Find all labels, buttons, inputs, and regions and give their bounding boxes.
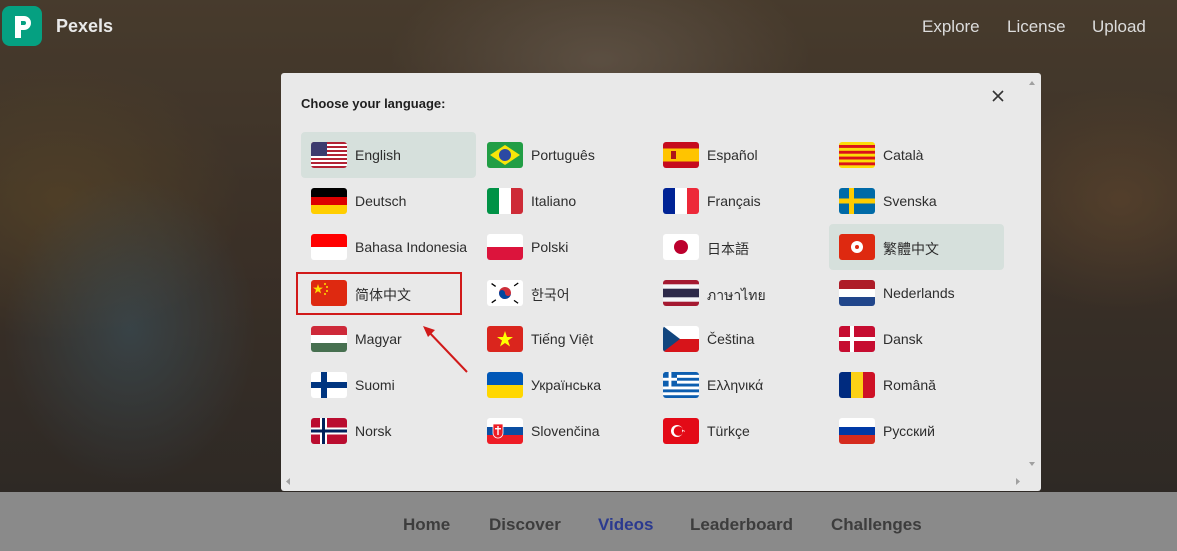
language-option[interactable]: Português <box>477 132 652 178</box>
language-option[interactable]: Română <box>829 362 1004 408</box>
language-label: 한국어 <box>531 287 570 303</box>
language-label: Bahasa Indonesia <box>355 239 468 255</box>
language-option[interactable]: Français <box>653 178 828 224</box>
tab-discover[interactable]: Discover <box>489 515 561 535</box>
language-label: Suomi <box>355 377 395 393</box>
close-icon[interactable] <box>987 85 1009 107</box>
fi-flag-icon <box>311 372 347 398</box>
language-label: Nederlands <box>883 285 955 301</box>
language-label: Português <box>531 147 595 163</box>
language-option[interactable]: Polski <box>477 224 652 270</box>
language-option[interactable]: English <box>301 132 476 178</box>
language-label: 繁體中文 <box>883 241 939 257</box>
th-flag-icon <box>663 280 699 306</box>
pl-flag-icon <box>487 234 523 260</box>
language-label: 日本語 <box>707 241 749 257</box>
language-label: Українська <box>531 377 602 393</box>
es-flag-icon <box>663 142 699 168</box>
kr-flag-icon <box>487 280 523 306</box>
language-option[interactable]: Tiếng Việt <box>477 316 652 362</box>
tab-videos[interactable]: Videos <box>598 515 653 535</box>
sk-flag-icon <box>487 418 523 444</box>
language-label: Français <box>707 193 761 209</box>
language-option[interactable]: 繁體中文 <box>829 224 1004 270</box>
se-flag-icon <box>839 188 875 214</box>
language-option[interactable]: Deutsch <box>301 178 476 224</box>
vertical-scrollbar[interactable] <box>1025 73 1039 471</box>
cat-flag-icon <box>839 142 875 168</box>
cz-flag-icon <box>663 326 699 352</box>
it-flag-icon <box>487 188 523 214</box>
language-option[interactable]: Español <box>653 132 828 178</box>
language-option[interactable]: Italiano <box>477 178 652 224</box>
ua-flag-icon <box>487 372 523 398</box>
language-option[interactable]: Українська <box>477 362 652 408</box>
language-label: Deutsch <box>355 193 407 209</box>
language-label: Dansk <box>883 331 923 347</box>
fr-flag-icon <box>663 188 699 214</box>
language-option[interactable]: Ελληνικά <box>653 362 828 408</box>
language-label: Русский <box>883 423 935 439</box>
language-option[interactable]: Bahasa Indonesia <box>301 224 476 270</box>
language-label: English <box>355 147 401 163</box>
language-label: Slovenčina <box>531 423 600 439</box>
language-label: Polski <box>531 239 569 255</box>
language-option[interactable]: Català <box>829 132 1004 178</box>
dk-flag-icon <box>839 326 875 352</box>
language-label: Català <box>883 147 924 163</box>
nl-flag-icon <box>839 280 875 306</box>
language-label: Tiếng Việt <box>531 331 594 347</box>
language-label: Norsk <box>355 423 392 439</box>
ro-flag-icon <box>839 372 875 398</box>
gr-flag-icon <box>663 372 699 398</box>
nav-upload[interactable]: Upload <box>1092 17 1146 37</box>
brand-name[interactable]: Pexels <box>56 16 113 37</box>
tab-leaderboard[interactable]: Leaderboard <box>690 515 793 535</box>
top-navigation: Pexels Explore License Upload <box>0 0 1177 56</box>
language-option[interactable]: 日本語 <box>653 224 828 270</box>
language-option[interactable]: Svenska <box>829 178 1004 224</box>
language-option[interactable]: Norsk <box>301 408 476 454</box>
hu-flag-icon <box>311 326 347 352</box>
language-option[interactable]: Türkçe <box>653 408 828 454</box>
vn-flag-icon <box>487 326 523 352</box>
language-option[interactable]: Русский <box>829 408 1004 454</box>
language-option[interactable]: 한국어 <box>477 270 652 316</box>
tr-flag-icon <box>663 418 699 444</box>
language-label: Ελληνικά <box>707 377 764 393</box>
br-flag-icon <box>487 142 523 168</box>
language-option[interactable]: ภาษาไทย <box>653 270 828 316</box>
no-flag-icon <box>311 418 347 444</box>
id-flag-icon <box>311 234 347 260</box>
language-label: Magyar <box>355 331 402 347</box>
modal-title: Choose your language: <box>301 96 446 111</box>
language-label: Español <box>707 147 758 163</box>
language-label: Română <box>883 377 936 393</box>
language-label: Italiano <box>531 193 577 209</box>
hk-flag-icon <box>839 234 875 260</box>
language-option[interactable]: Čeština <box>653 316 828 362</box>
tab-challenges[interactable]: Challenges <box>831 515 922 535</box>
jp-flag-icon <box>663 234 699 260</box>
de-flag-icon <box>311 188 347 214</box>
language-option[interactable]: Slovenčina <box>477 408 652 454</box>
horizontal-scrollbar[interactable] <box>281 474 1025 489</box>
language-option[interactable]: Nederlands <box>829 270 1004 316</box>
language-label: ภาษาไทย <box>707 287 766 303</box>
nav-explore[interactable]: Explore <box>922 17 980 37</box>
language-label: Svenska <box>883 193 937 209</box>
ru-flag-icon <box>839 418 875 444</box>
pexels-logo-icon[interactable] <box>2 6 42 46</box>
language-label: Türkçe <box>707 423 750 439</box>
tab-home[interactable]: Home <box>403 515 450 535</box>
annotation-arrow-icon <box>423 326 468 373</box>
language-option[interactable]: Dansk <box>829 316 1004 362</box>
nav-license[interactable]: License <box>1007 17 1066 37</box>
language-label: Čeština <box>707 331 755 347</box>
category-tabs: Home Discover Videos Leaderboard Challen… <box>0 492 1177 551</box>
annotation-highlight-box <box>296 272 462 315</box>
us-flag-icon <box>311 142 347 168</box>
